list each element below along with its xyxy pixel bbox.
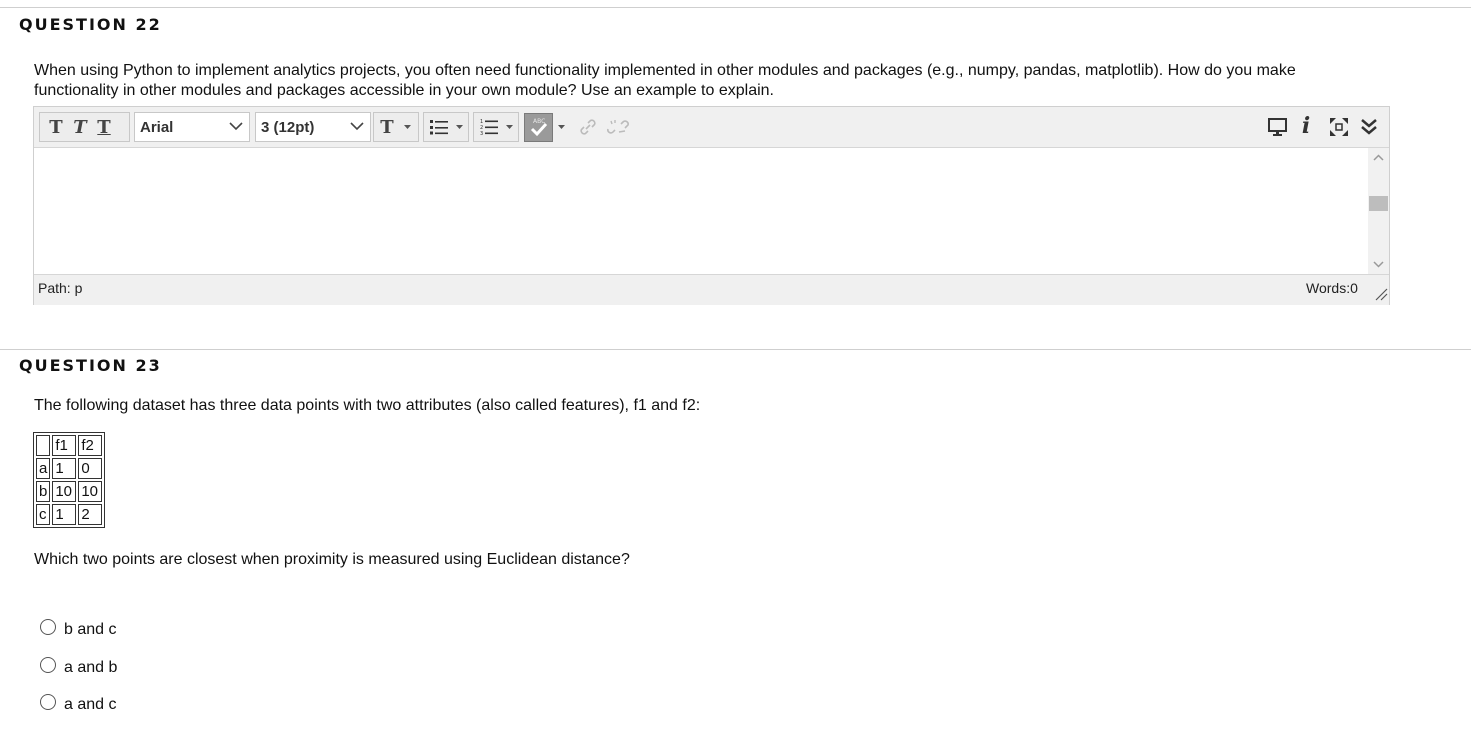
table-header-cell — [36, 435, 51, 456]
font-family-select[interactable]: Arial — [134, 112, 250, 142]
option-label: a and c — [64, 696, 117, 713]
answer-option-3[interactable]: a and c — [40, 691, 116, 713]
table-header-cell: f1 — [52, 435, 77, 456]
table-row: a 1 0 — [36, 458, 103, 479]
question-22-text: When using Python to implement analytics… — [34, 62, 1296, 99]
table-cell: 2 — [78, 504, 103, 525]
text-color-button[interactable]: T — [373, 112, 419, 142]
top-divider — [0, 7, 1471, 8]
dropdown-arrow-icon — [456, 124, 463, 129]
expand-toolbar-icon[interactable] — [1357, 115, 1381, 139]
font-family-value: Arial — [140, 118, 174, 136]
answer-option-2[interactable]: a and b — [40, 654, 117, 676]
table-cell: 1 — [52, 504, 77, 525]
table-cell: a — [36, 458, 51, 479]
path-label: Path: p — [38, 280, 83, 296]
italic-text-icon[interactable]: T — [68, 113, 92, 141]
rich-text-editor: T T T Arial 3 (12pt) T 1 2 3 ABC i Path:… — [33, 106, 1390, 305]
font-size-value: 3 (12pt) — [261, 118, 315, 136]
info-icon[interactable]: i — [1296, 113, 1316, 139]
spellcheck-icon: ABC — [524, 112, 553, 142]
question-23-intro: The following dataset has three data poi… — [34, 397, 701, 414]
editor-toolbar: T T T Arial 3 (12pt) T 1 2 3 ABC i — [34, 107, 1389, 148]
table-cell: b — [36, 481, 51, 502]
underline-text-icon[interactable]: T — [92, 113, 116, 141]
dropdown-arrow-icon — [404, 124, 411, 129]
dataset-table: f1 f2 a 1 0 b 10 10 c 1 2 — [33, 432, 106, 528]
scroll-down-icon[interactable] — [1368, 256, 1389, 272]
bullet-list-icon — [430, 120, 448, 135]
svg-text:ABC: ABC — [533, 118, 545, 125]
text-color-icon: T — [380, 116, 394, 138]
resize-handle-icon[interactable] — [1374, 287, 1388, 301]
table-cell: 1 — [52, 458, 77, 479]
table-cell: 0 — [78, 458, 103, 479]
table-header-cell: f2 — [78, 435, 103, 456]
table-cell: 10 — [78, 481, 103, 502]
scroll-up-icon[interactable] — [1368, 150, 1389, 166]
scrollbar-thumb[interactable] — [1369, 196, 1388, 211]
option-label: a and b — [64, 659, 118, 676]
unlink-icon[interactable] — [605, 117, 631, 137]
answer-option-1[interactable]: b and c — [40, 616, 116, 638]
editor-scrollbar[interactable] — [1368, 148, 1389, 274]
question-divider — [0, 349, 1471, 350]
svg-text:3: 3 — [480, 131, 483, 136]
numbered-list-button[interactable]: 1 2 3 — [473, 112, 519, 142]
question-23-title: QUESTION 23 — [19, 356, 162, 375]
answer-text-area[interactable] — [34, 148, 1368, 274]
font-size-select[interactable]: 3 (12pt) — [255, 112, 371, 142]
link-icon[interactable] — [578, 117, 598, 137]
fullscreen-icon[interactable] — [1327, 115, 1351, 139]
word-count: Words:0 — [1306, 280, 1358, 296]
spellcheck-button[interactable]: ABC — [524, 112, 568, 142]
question-22-title: QUESTION 22 — [19, 15, 162, 34]
chevron-down-icon — [350, 122, 364, 131]
numbered-list-icon: 1 2 3 — [480, 119, 498, 136]
table-header-row: f1 f2 — [36, 435, 103, 456]
option-label: b and c — [64, 621, 117, 638]
radio-button[interactable] — [40, 657, 56, 673]
text-style-group: T T T — [39, 112, 130, 142]
question-23-prompt: Which two points are closest when proxim… — [34, 551, 630, 568]
table-cell: 10 — [52, 481, 77, 502]
table-row: b 10 10 — [36, 481, 103, 502]
dropdown-arrow-icon — [558, 124, 565, 129]
radio-button[interactable] — [40, 694, 56, 710]
table-row: c 1 2 — [36, 504, 103, 525]
bold-text-icon[interactable]: T — [44, 113, 68, 141]
preview-icon[interactable] — [1266, 115, 1290, 139]
editor-statusbar: Path: p Words:0 — [34, 274, 1389, 305]
dropdown-arrow-icon — [506, 124, 513, 129]
radio-button[interactable] — [40, 619, 56, 635]
chevron-down-icon — [229, 122, 243, 131]
table-cell: c — [36, 504, 51, 525]
bullet-list-button[interactable] — [423, 112, 469, 142]
